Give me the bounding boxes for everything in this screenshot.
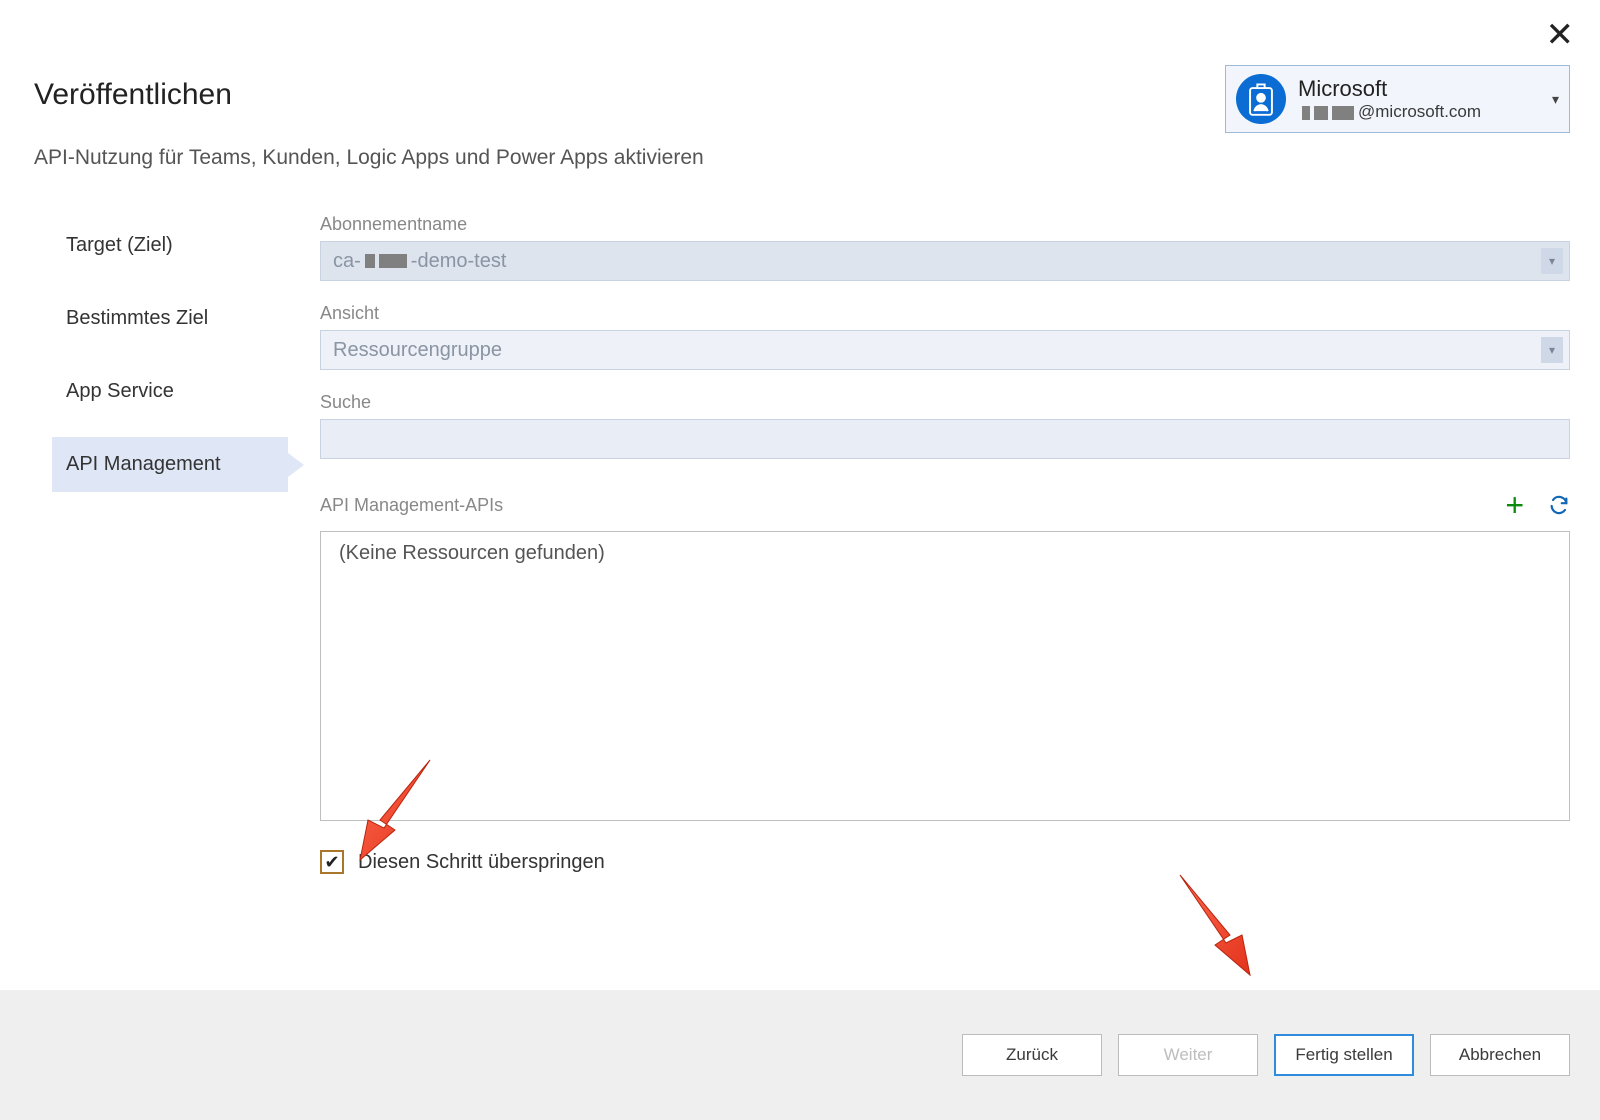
api-list-label: API Management-APIs (320, 495, 503, 516)
annotation-arrow-icon (1160, 865, 1270, 985)
subscription-value-prefix: ca- (333, 250, 361, 273)
tab-api-management[interactable]: API Management (52, 437, 288, 492)
redacted-email-prefix (1302, 106, 1354, 120)
account-text: Microsoft @microsoft.com (1298, 76, 1546, 123)
page-subtitle: API-Nutzung für Teams, Kunden, Logic App… (34, 146, 704, 170)
chevron-down-icon: ▾ (1552, 91, 1559, 108)
tab-app-service[interactable]: App Service (52, 364, 288, 419)
subscription-value-suffix: -demo-test (411, 250, 507, 273)
tab-specific-target[interactable]: Bestimmtes Ziel (52, 291, 288, 346)
search-input[interactable] (320, 419, 1570, 459)
skip-step-checkbox[interactable]: ✔ (320, 850, 344, 874)
skip-step-label: Diesen Schritt überspringen (358, 851, 605, 874)
account-name: Microsoft (1298, 76, 1546, 102)
subscription-label: Abonnementname (320, 214, 1570, 235)
next-button: Weiter (1118, 1034, 1258, 1076)
api-list-empty-text: (Keine Ressourcen gefunden) (339, 542, 605, 564)
chevron-down-icon: ▾ (1541, 248, 1563, 274)
redacted-subscription-part (365, 254, 407, 268)
view-label: Ansicht (320, 303, 1570, 324)
wizard-steps: Target (Ziel) Bestimmtes Ziel App Servic… (52, 218, 288, 492)
subscription-select[interactable]: ca- -demo-test ▾ (320, 241, 1570, 281)
api-list[interactable]: (Keine Ressourcen gefunden) (320, 531, 1570, 821)
skip-step-row: ✔ Diesen Schritt überspringen (320, 850, 605, 874)
form-area: Abonnementname ca- -demo-test ▾ Ansicht … (320, 214, 1570, 821)
search-label: Suche (320, 392, 1570, 413)
refresh-icon[interactable] (1548, 494, 1570, 516)
badge-icon (1236, 74, 1286, 124)
footer: Zurück Weiter Fertig stellen Abbrechen (0, 990, 1600, 1120)
chevron-down-icon: ▾ (1541, 337, 1563, 363)
finish-button[interactable]: Fertig stellen (1274, 1034, 1414, 1076)
account-selector[interactable]: Microsoft @microsoft.com ▾ (1225, 65, 1570, 133)
cancel-button[interactable]: Abbrechen (1430, 1034, 1570, 1076)
page-title: Veröffentlichen (34, 78, 232, 112)
view-value: Ressourcengruppe (333, 339, 502, 362)
tab-target[interactable]: Target (Ziel) (52, 218, 288, 273)
close-icon[interactable]: ✕ (1546, 18, 1575, 52)
view-select[interactable]: Ressourcengruppe ▾ (320, 330, 1570, 370)
back-button[interactable]: Zurück (962, 1034, 1102, 1076)
add-icon[interactable]: + (1505, 489, 1524, 521)
account-email: @microsoft.com (1298, 102, 1546, 122)
